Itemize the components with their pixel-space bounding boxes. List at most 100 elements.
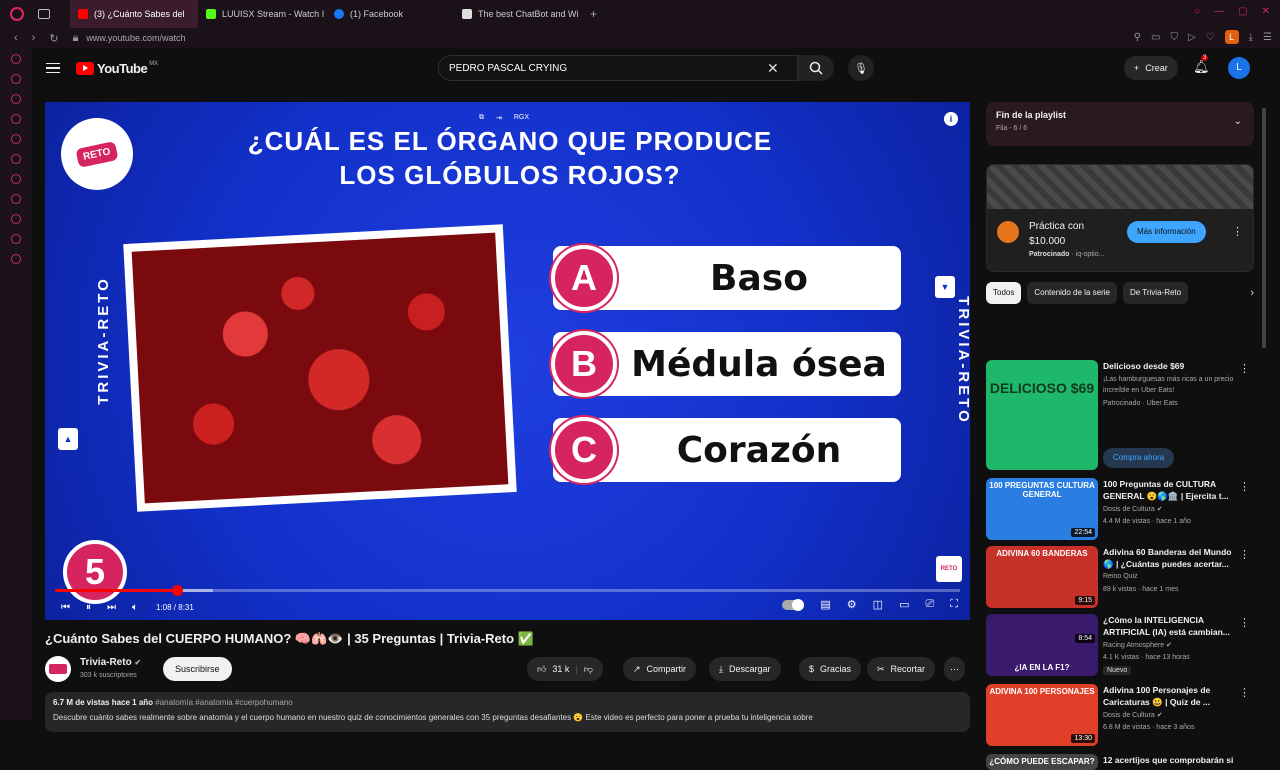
- list-item[interactable]: ADIVINA 60 BANDERAS 9:15 Adivina 60 Bande…: [986, 546, 1254, 608]
- create-button[interactable]: + Crear: [1124, 56, 1178, 80]
- fullscreen-icon[interactable]: ⛶: [950, 598, 958, 611]
- sidebar-icon[interactable]: [11, 254, 21, 264]
- download-icon[interactable]: ⤓: [1249, 32, 1253, 43]
- clip-button[interactable]: ✂ Recortar: [867, 657, 936, 681]
- channel-name[interactable]: Racing Atmosphere ✔: [1103, 641, 1172, 649]
- next-icon[interactable]: ⏭︎: [107, 602, 116, 613]
- ad-menu-icon[interactable]: ⋮: [1232, 225, 1243, 238]
- chevron-right-icon[interactable]: ›: [1250, 287, 1254, 299]
- voice-search-button[interactable]: 🎙︎: [848, 55, 874, 81]
- hamburger-menu-icon[interactable]: [46, 62, 60, 74]
- url-field[interactable]: www.youtube.com/watch: [86, 33, 185, 43]
- video-thumbnail[interactable]: 100 PREGUNTAS CULTURA GENERAL 22:54: [986, 478, 1098, 540]
- download-button[interactable]: ⤓ Descargar: [709, 657, 781, 681]
- playlist-panel[interactable]: Fin de la playlist Fila - 6 / 6 ⌄: [986, 102, 1254, 146]
- video-thumbnail[interactable]: ¿IA EN LA F1? 8:54: [986, 614, 1098, 676]
- shield-icon[interactable]: ⛉: [1170, 32, 1178, 43]
- video-player[interactable]: ⧉ ⇥ RGX i RETO ¿CUÁL ES EL ÓRGANO QUE PR…: [45, 102, 970, 620]
- browser-tab-facebook[interactable]: (1) Facebook: [326, 0, 454, 28]
- heart-icon[interactable]: ♡: [1206, 32, 1215, 43]
- channel-watermark[interactable]: RETO: [936, 556, 962, 582]
- more-actions-button[interactable]: ⋯: [944, 657, 965, 681]
- browser-tab-chatbot[interactable]: The best ChatBot and Wi: [454, 0, 582, 28]
- pause-icon[interactable]: ⏸︎: [86, 602, 91, 613]
- item-menu-icon[interactable]: ⋮: [1239, 480, 1250, 493]
- sidebar-icon[interactable]: [11, 54, 21, 64]
- theater-mode-icon[interactable]: ▭: [899, 598, 909, 611]
- chip-channel[interactable]: De Trivia-Reto: [1122, 282, 1189, 304]
- buy-now-button[interactable]: Compra ahora: [1103, 448, 1175, 468]
- ad-card[interactable]: Práctica con $10.000 Patrocinado · iq-op…: [986, 164, 1254, 272]
- thumbs-down-icon[interactable]: 👎︎: [584, 664, 593, 675]
- sidebar-icon[interactable]: [11, 134, 21, 144]
- miniplayer-icon[interactable]: ◫: [873, 598, 883, 611]
- sidebar-icon[interactable]: [11, 194, 21, 204]
- more-info-button[interactable]: Más información: [1127, 221, 1206, 243]
- close-window-icon[interactable]: ✕: [1262, 6, 1270, 17]
- search-input[interactable]: [449, 62, 759, 74]
- info-icon[interactable]: i: [944, 112, 958, 126]
- description-box[interactable]: 6.7 M de vistas hace 1 año #anatomía #an…: [45, 692, 970, 732]
- settings-gear-icon[interactable]: ⚙︎: [847, 598, 857, 611]
- chevron-down-icon[interactable]: ⌄: [1234, 116, 1242, 127]
- previous-icon[interactable]: ⏮︎: [61, 602, 70, 613]
- video-title-link[interactable]: 12 acertijos que comprobarán si: [1103, 754, 1239, 766]
- copy-icon[interactable]: ⧉: [479, 114, 484, 122]
- forward-icon[interactable]: ›: [32, 32, 36, 44]
- browser-logo-icon[interactable]: [10, 7, 24, 21]
- list-item[interactable]: ADIVINA 100 PERSONAJES 13:30 Adivina 100 …: [986, 684, 1254, 746]
- item-menu-icon[interactable]: ⋮: [1239, 686, 1250, 699]
- list-item[interactable]: 100 PREGUNTAS CULTURA GENERAL 22:54 100 P…: [986, 478, 1254, 540]
- browser-tab-kick[interactable]: LUUISX Stream - Watch I: [198, 0, 326, 28]
- notifications-button[interactable]: 🔔︎ 3: [1193, 55, 1210, 75]
- minimize-icon[interactable]: —: [1214, 6, 1224, 17]
- page-scrollbar[interactable]: [1262, 108, 1266, 348]
- thanks-button[interactable]: $ Gracias: [799, 657, 862, 681]
- list-item[interactable]: ¿IA EN LA F1? 8:54 ¿Cómo la INTELIGENCIA …: [986, 614, 1254, 676]
- sidebar-icon[interactable]: [11, 74, 21, 84]
- pin-icon[interactable]: ⚲: [1134, 32, 1141, 43]
- progress-bar[interactable]: [55, 585, 960, 596]
- video-thumbnail[interactable]: ¿CÓMO PUEDE ESCAPAR?: [986, 754, 1098, 770]
- item-menu-icon[interactable]: ⋮: [1239, 616, 1250, 629]
- clear-search-icon[interactable]: ✕: [767, 60, 779, 77]
- autoplay-toggle[interactable]: [782, 598, 805, 611]
- video-title-link[interactable]: ¿Cómo la INTELIGENCIA ARTIFICIAL (IA) es…: [1103, 614, 1239, 638]
- reload-icon[interactable]: ↻: [49, 32, 58, 45]
- item-menu-icon[interactable]: ⋮: [1239, 548, 1250, 561]
- enter-icon[interactable]: ⇥: [496, 114, 502, 122]
- chip-series[interactable]: Contenido de la serie: [1027, 282, 1117, 304]
- sidebar-icon[interactable]: [11, 94, 21, 104]
- video-thumbnail[interactable]: DELICIOSO $69: [986, 360, 1098, 470]
- share-button[interactable]: ↗ Compartir: [623, 657, 697, 681]
- channel-name[interactable]: Dosis de Cultura ✔: [1103, 711, 1163, 719]
- channel-name[interactable]: Dosis de Cultura ✔: [1103, 505, 1163, 513]
- profile-avatar[interactable]: L: [1224, 30, 1239, 44]
- subtitles-icon[interactable]: ▤: [820, 598, 830, 611]
- subscribe-button[interactable]: Suscribirse: [163, 657, 232, 681]
- hashtags[interactable]: #anatomía #anatomia #cuerpohumano: [155, 698, 292, 707]
- back-icon[interactable]: ‹: [14, 32, 18, 44]
- browser-tab-youtube[interactable]: (3) ¿Cuánto Sabes del: [70, 0, 198, 28]
- youtube-logo[interactable]: YouTube MX: [76, 61, 158, 76]
- sidebar-icon[interactable]: [11, 214, 21, 224]
- send-icon[interactable]: ▷: [1188, 32, 1196, 43]
- item-menu-icon[interactable]: ⋮: [1239, 362, 1250, 375]
- sidebar-icon[interactable]: [11, 174, 21, 184]
- video-title-link[interactable]: Delicioso desde $69: [1103, 360, 1239, 372]
- channel-name[interactable]: Reino Quiz: [1103, 573, 1138, 580]
- workspaces-icon[interactable]: [38, 9, 50, 19]
- sidebar-icon[interactable]: [11, 154, 21, 164]
- list-item[interactable]: ¿CÓMO PUEDE ESCAPAR? 12 acertijos que co…: [986, 754, 1254, 770]
- rgx-label[interactable]: RGX: [514, 114, 529, 122]
- account-avatar[interactable]: L: [1228, 57, 1250, 79]
- channel-name[interactable]: Trivia-Reto ✔: [80, 657, 141, 668]
- search-button[interactable]: [798, 55, 834, 81]
- video-title-link[interactable]: 100 Preguntas de CULTURA GENERAL 😮🌎🏛️ | …: [1103, 478, 1239, 502]
- bookmark-icon[interactable]: ▭: [1151, 32, 1160, 43]
- cast-icon[interactable]: ⎚: [925, 598, 934, 611]
- sidebar-icon[interactable]: [11, 234, 21, 244]
- search-tabs-icon[interactable]: ○: [1194, 6, 1200, 17]
- like-button[interactable]: 👍︎ 31 k | 👎︎: [527, 657, 603, 681]
- maximize-icon[interactable]: ▢: [1238, 6, 1247, 17]
